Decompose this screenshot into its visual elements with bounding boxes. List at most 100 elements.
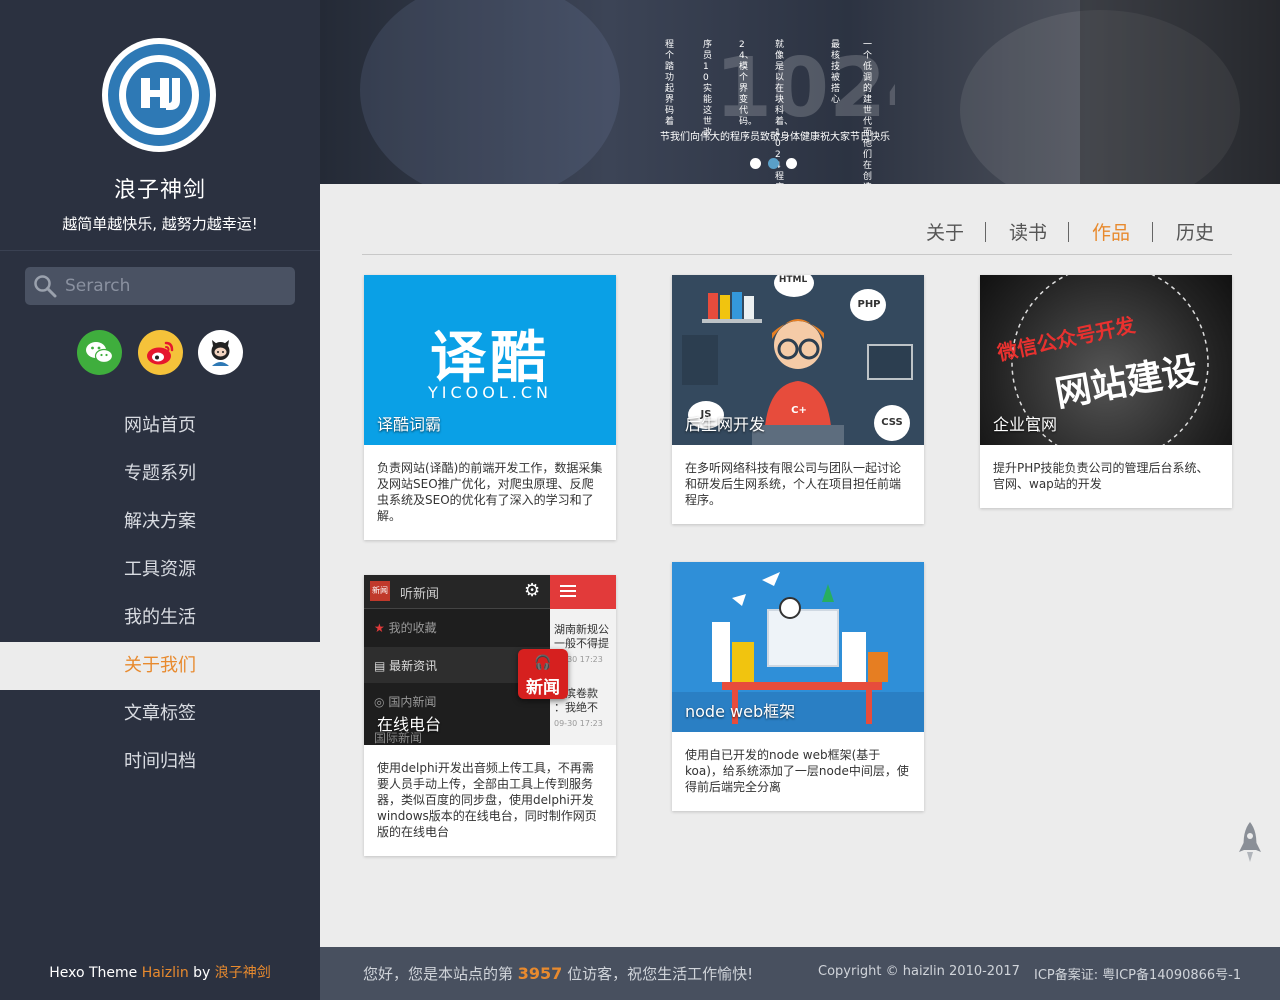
- github-icon[interactable]: [198, 330, 243, 375]
- banner-caption: 节我们向伟大的程序员致敬身体健康祝大家节日快乐: [660, 132, 890, 143]
- nav-item-solutions[interactable]: 解决方案: [0, 498, 320, 546]
- tab-history[interactable]: 历史: [1176, 218, 1214, 245]
- nav-item-archive[interactable]: 时间归档: [0, 738, 320, 786]
- tab-works[interactable]: 作品: [1092, 218, 1130, 245]
- carousel-dots: [750, 158, 810, 170]
- site-title: 浪子神剑: [113, 178, 206, 203]
- visitor-suffix: 位访客，祝您生活工作愉快!: [562, 965, 754, 983]
- poem-column: 24、模个界变代码。: [739, 40, 758, 127]
- search-input[interactable]: [65, 267, 285, 305]
- news-time: 09-30 17:23: [554, 719, 603, 728]
- weibo-icon[interactable]: [138, 330, 183, 375]
- poem-column: 一个低调的建世代而他们在创造员: [863, 40, 873, 184]
- work-card[interactable]: 新闻 听新闻 ⚙ 湖南新规公 一般不得提 09-30 17:23 尔滨卷款 ：我…: [364, 575, 616, 856]
- menu-item-label: 我的收藏: [388, 621, 437, 635]
- theme-link[interactable]: Haizlin: [142, 965, 189, 981]
- work-description: 在多听网络科技有限公司与团队一起讨论和研发后生网系统，个人在项目担任前端程序。: [685, 461, 902, 507]
- work-description: 提升PHP技能负责公司的管理后台系统、官网、wap站的开发: [993, 461, 1209, 491]
- globe-icon: ◎: [374, 695, 385, 709]
- site-motto: 越简单越快乐, 越努力越幸运!: [62, 215, 258, 233]
- app-logo: 新闻: [370, 581, 390, 601]
- shirt-logo: C+: [791, 405, 807, 416]
- theme-credit-by: by: [188, 965, 215, 981]
- menu-item-label: 国内新闻: [388, 695, 437, 709]
- rocket-icon[interactable]: [1238, 820, 1262, 870]
- news-badge: 新闻: [526, 678, 560, 698]
- author-link[interactable]: 浪子神剑: [215, 965, 271, 981]
- banner-shade: [1080, 0, 1280, 184]
- wechat-icon[interactable]: [77, 330, 122, 375]
- work-title: 译酷词霸: [377, 415, 442, 434]
- visitor-message: 您好，您是本站点的第 3957 位访客，祝您生活工作愉快!: [363, 963, 753, 984]
- yicool-logo: 译酷: [430, 326, 550, 391]
- tabs-divider: [362, 254, 1232, 255]
- tab-about[interactable]: 关于: [926, 218, 964, 245]
- app-menu-bar: [550, 575, 616, 609]
- visitor-prefix: 您好，您是本站点的第: [363, 965, 518, 983]
- work-thumbnail: 新闻 听新闻 ⚙ 湖南新规公 一般不得提 09-30 17:23 尔滨卷款 ：我…: [364, 575, 616, 745]
- work-description: 使用自已开发的node web框架(基于koa)，给系统添加了一层node中间层…: [685, 748, 909, 794]
- copyright: Copyright © haizlin 2010-2017: [818, 964, 1020, 979]
- work-thumbnail: 译酷 YICOOL.CN 译酷词霸: [364, 275, 616, 445]
- tab-separator: [1068, 222, 1069, 242]
- app-header-title: 听新闻: [400, 587, 440, 602]
- search-icon[interactable]: [33, 274, 57, 298]
- html-bubble: HTML: [778, 275, 808, 285]
- nav-item-life[interactable]: 我的生活: [0, 594, 320, 642]
- work-title: 在线电台: [377, 715, 442, 734]
- hj-logo-icon: [119, 55, 199, 135]
- sidebar-divider: [0, 250, 320, 251]
- sidebar-nav: 网站首页 专题系列 解决方案 工具资源 我的生活 关于我们 文章标签 时间归档: [0, 402, 320, 786]
- work-thumbnail: HTML PHP JS CSS C+ 后生网开发: [672, 275, 924, 445]
- poem-column: 最核技被搭心: [831, 40, 841, 105]
- work-thumbnail: node web框架: [672, 562, 924, 732]
- work-title: 后生网开发: [685, 415, 766, 434]
- nav-item-topics[interactable]: 专题系列: [0, 450, 320, 498]
- section-tabs: 关于 读书 作品 历史: [900, 218, 1230, 246]
- poem-column: 序员10实能这世改: [703, 40, 713, 138]
- menu-item-label: 最新资讯: [389, 659, 438, 673]
- work-thumbnail: 微信公众号开发 网站建设 企业官网: [980, 275, 1232, 445]
- nav-item-about[interactable]: 关于我们: [0, 642, 320, 690]
- nav-item-tools[interactable]: 工具资源: [0, 546, 320, 594]
- work-title: 企业官网: [993, 415, 1058, 434]
- nav-item-tags[interactable]: 文章标签: [0, 690, 320, 738]
- work-card[interactable]: node web框架 使用自已开发的node web框架(基于koa)，给系统添…: [672, 562, 924, 811]
- banner-bokeh: [360, 0, 620, 184]
- sidebar-footer: Hexo Theme Haizlin by 浪子神剑: [0, 962, 320, 982]
- css-bubble: CSS: [881, 417, 903, 428]
- avatar[interactable]: [102, 38, 216, 152]
- work-card[interactable]: 微信公众号开发 网站建设 企业官网 提升PHP技能负责公司的管理后台系统、官网、…: [980, 275, 1232, 508]
- news-app-icon: 🎧 新闻: [518, 649, 568, 699]
- work-card[interactable]: HTML PHP JS CSS C+ 后生网开发 在多听网络科技有限公司与团队一…: [672, 275, 924, 524]
- menu-item: ★ 我的收藏: [374, 619, 437, 636]
- news-snippet: ：我绝不: [554, 701, 598, 714]
- carousel-dot[interactable]: [786, 158, 797, 169]
- hamburger-icon: [560, 585, 576, 587]
- work-description: 负责网站(译酷)的前端开发工作，数据采集及网站SEO推广优化，对爬虫原理、反爬虫…: [377, 461, 603, 523]
- banner-poem: 程个踏功起界码着 序员10实能这世改 24、模个界变代码。 就像是以在块科着、1…: [655, 38, 895, 184]
- work-description: 使用delphi开发出音频上传工具，不再需要人员手动上传，全部由工具上传到服务器…: [377, 761, 597, 839]
- yicool-logo-sub: YICOOL.CN: [428, 383, 552, 402]
- social-links: [77, 330, 247, 376]
- tab-separator: [1152, 222, 1153, 242]
- icp-link[interactable]: ICP备案证: 粤ICP备14090866号-1: [1034, 964, 1241, 983]
- carousel-dot[interactable]: [750, 158, 761, 169]
- star-icon: ★: [374, 621, 385, 635]
- sidebar: 浪子神剑 越简单越快乐, 越努力越幸运! Serarch 网站首页 专题系列 解…: [0, 0, 320, 1000]
- hero-banner[interactable]: 1024 程个踏功起界码着 序员10实能这世改 24、模个界变代码。 就像是以在…: [320, 0, 1280, 184]
- theme-credit-prefix: Hexo Theme: [49, 965, 142, 981]
- visitor-count: 3957: [517, 964, 563, 983]
- php-bubble: PHP: [857, 299, 881, 310]
- menu-item: ▤ 最新资讯: [374, 657, 437, 674]
- carousel-dot-active[interactable]: [768, 158, 779, 169]
- tab-separator: [985, 222, 986, 242]
- search-box: [25, 267, 295, 305]
- work-title: node web框架: [685, 702, 796, 721]
- nav-item-home[interactable]: 网站首页: [0, 402, 320, 450]
- work-card[interactable]: 译酷 YICOOL.CN 译酷词霸 负责网站(译酷)的前端开发工作，数据采集及网…: [364, 275, 616, 540]
- gear-icon: ⚙: [524, 580, 541, 601]
- poem-column: 程个踏功起界码着: [665, 40, 675, 127]
- page-footer: 您好，您是本站点的第 3957 位访客，祝您生活工作愉快! Copyright …: [320, 947, 1280, 1000]
- tab-reading[interactable]: 读书: [1009, 218, 1047, 245]
